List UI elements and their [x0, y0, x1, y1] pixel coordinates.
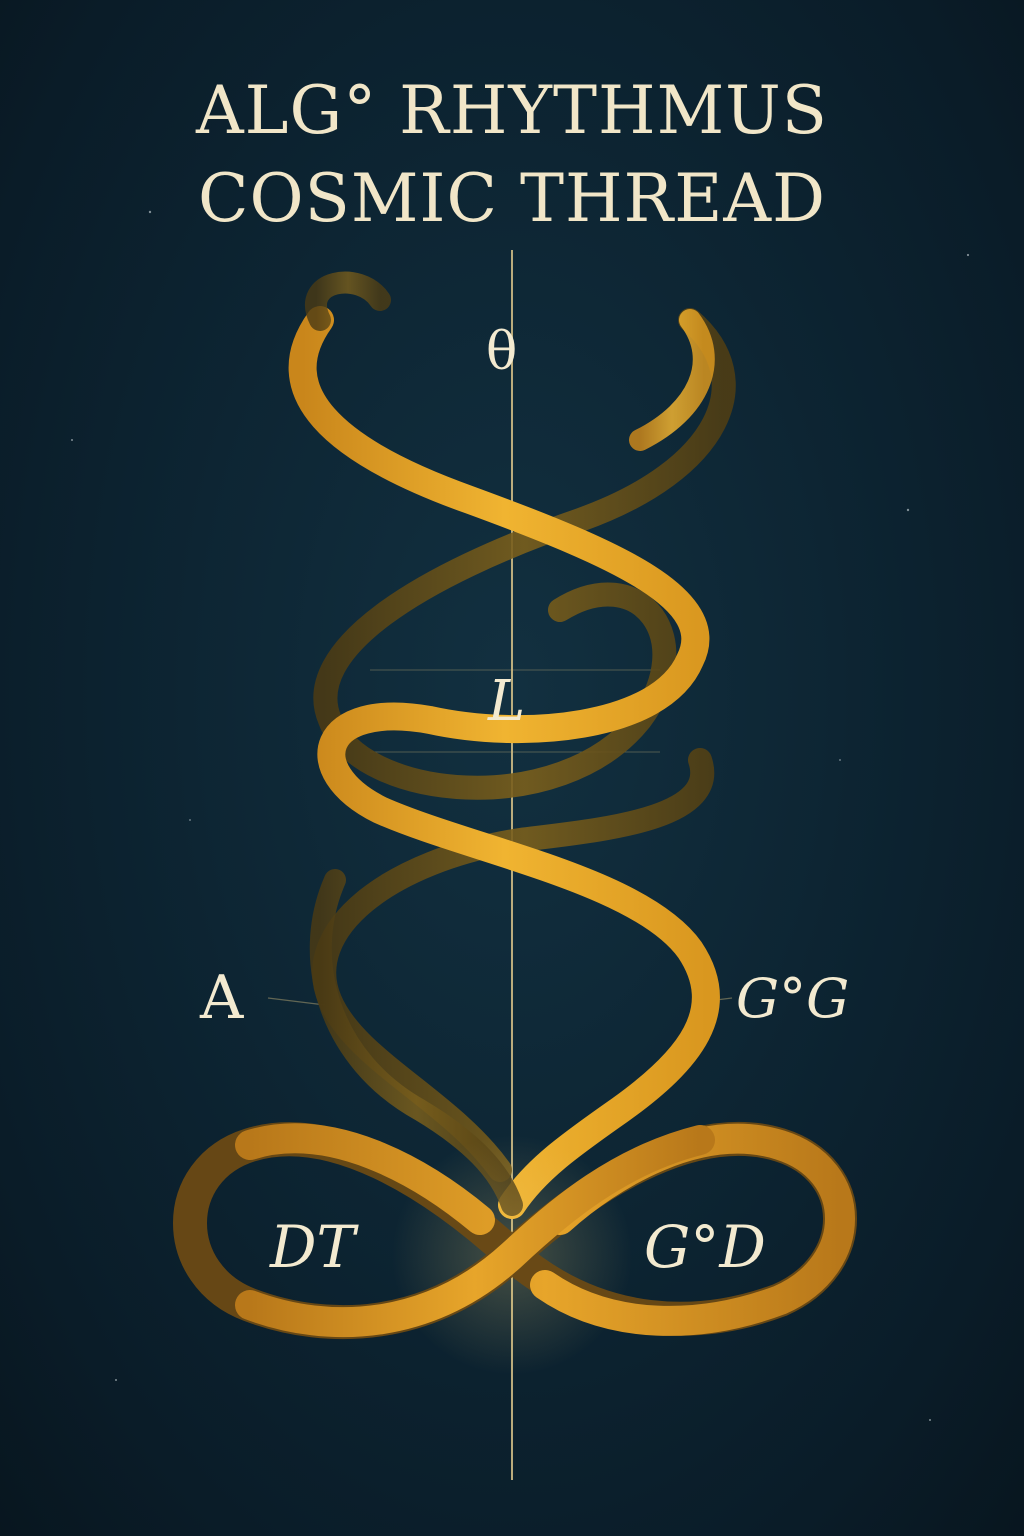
god-label: G°D [644, 1213, 766, 1281]
helix-illustration [71, 210, 970, 1480]
theta-symbol: θ [486, 322, 518, 382]
helix-upper-front-right [629, 309, 715, 451]
dt-label: DT [270, 1213, 356, 1281]
poster: ALG° RHYTHMUS COSMIC THREAD θ L A G°G DT… [0, 0, 1024, 1536]
l-symbol: L [488, 669, 526, 734]
helix-upper-back [305, 271, 391, 331]
gog-label: G°G [736, 967, 850, 1030]
a-label: A [200, 963, 244, 1033]
